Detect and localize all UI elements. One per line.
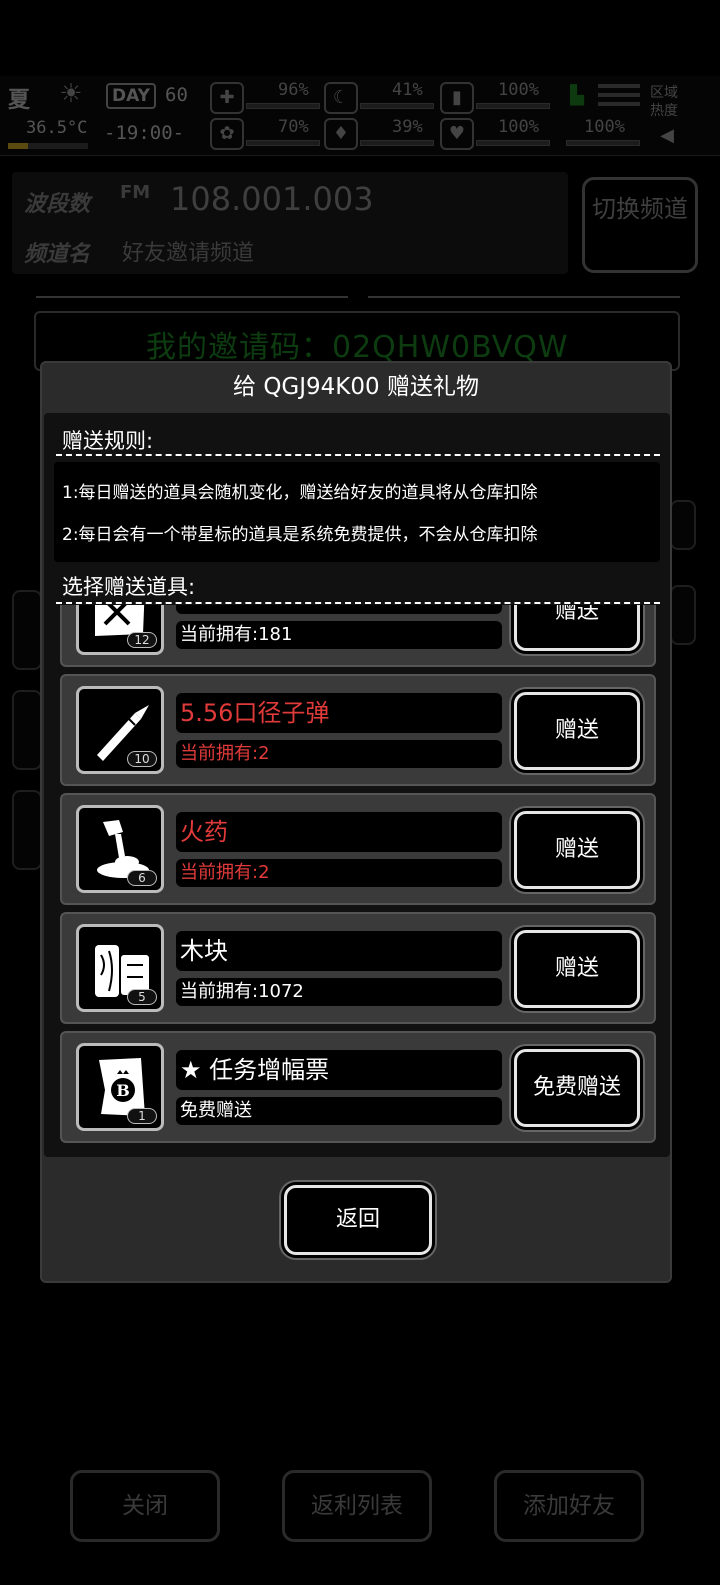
season-label: 夏 [8,88,31,113]
divider-right [368,296,680,298]
list-item: 5 木块 当前拥有:1072 赠送 [60,912,656,1024]
gift-button[interactable]: 赠送 [514,692,640,770]
item-owned: 当前拥有:2 [176,859,502,887]
background-side-panel [12,790,42,870]
gift-button[interactable]: 赠送 [514,605,640,651]
bullet-icon: 10 [76,686,164,774]
channel-label: 频道名 [24,242,91,267]
wood-icon: 5 [76,924,164,1012]
mood-value: 100% [498,117,539,137]
gift-button[interactable]: 赠送 [514,930,640,1008]
rule-2: 2:每日会有一个带星标的道具是系统免费提供，不会从仓库扣除 [62,525,538,545]
list-item: 10 5.56口径子弹 当前拥有:2 赠送 [60,674,656,786]
band-label: 波段数 [24,192,91,217]
region-heat-label: 区域热度 [650,85,678,119]
close-button[interactable]: 关闭 [70,1470,220,1542]
dialog-body: 赠送规则: 1:每日赠送的道具会随机变化，赠送给好友的道具将从仓库扣除 2:每日… [44,413,670,1157]
ticket-icon: B 1 [76,1043,164,1131]
item-name: ★ 任务增幅票 [176,1050,502,1090]
list-item: 12 当前拥有:181 赠送 [60,605,656,667]
medkit-icon: ✚ [210,82,244,114]
thirst-bar [360,140,434,146]
add-friend-button[interactable]: 添加好友 [494,1470,644,1542]
channel-name: 好友邀请频道 [122,241,255,266]
item-name [176,605,502,614]
item-count-badge: 1 [127,1108,157,1124]
heart-icon: ♥ [440,118,474,150]
divider-left [36,296,348,298]
list-item: B 1 ★ 任务增幅票 免费赠送 免费赠送 [60,1031,656,1143]
item-name: 火药 [176,812,502,852]
energy-value: 100% [498,80,539,100]
temperature-bar [8,143,88,149]
switch-channel-button[interactable]: 切换频道 [582,177,698,273]
stamina-bar [566,140,640,146]
stomach-icon: ☾ [324,82,358,114]
dashed-divider [56,454,660,456]
item-count-badge: 10 [127,751,157,767]
item-owned: 当前拥有:2 [176,740,502,768]
item-count-badge: 6 [127,870,157,886]
background-side-panel [12,690,42,770]
gunpowder-icon: 6 [76,805,164,893]
item-name: 5.56口径子弹 [176,693,502,733]
select-items-title: 选择赠送道具: [62,575,196,599]
weather-icon: ☀ [59,79,83,109]
mind-bar [246,140,320,146]
day-number: 60 [165,84,188,106]
item-owned: 当前拥有:1072 [176,978,502,1006]
dashed-divider [56,602,660,604]
item-list[interactable]: 12 当前拥有:181 赠送 10 5.56口径子弹 当前拥有:2 赠送 6 火… [60,605,656,1153]
rules-box: 1:每日赠送的道具会随机变化，赠送给好友的道具将从仓库扣除 2:每日会有一个带星… [54,462,660,562]
background-side-panel [670,500,696,550]
svg-text:B: B [116,1081,130,1100]
item-owned: 当前拥有:181 [176,621,502,649]
health-value: 96% [278,80,309,100]
item-count-badge: 12 [127,632,157,648]
water-drop-icon: ♦ [324,118,358,150]
free-gift-button[interactable]: 免费赠送 [514,1049,640,1127]
back-button[interactable]: 返回 [284,1185,432,1255]
boot-icon: ▙ [570,85,584,106]
brain-icon: ✿ [210,118,244,150]
stamina-value: 100% [584,117,625,137]
day-badge: DAY [106,83,156,109]
background-side-panel [12,590,42,670]
mind-value: 70% [278,117,309,137]
gift-dialog: 给 QGJ94K00 赠送礼物 赠送规则: 1:每日赠送的道具会随机变化，赠送给… [40,361,672,1283]
speaker-icon: ◀ [660,125,674,146]
background-side-panel [670,585,696,645]
hunger-value: 41% [392,80,423,100]
item-owned: 免费赠送 [176,1097,502,1125]
rule-1: 1:每日赠送的道具会随机变化，赠送给好友的道具将从仓库扣除 [62,483,538,503]
rebate-list-button[interactable]: 返利列表 [282,1470,432,1542]
region-heat-bars [598,84,640,111]
clock: -19:00- [104,122,185,144]
antenna-icon: FM [120,182,151,203]
item-name: 木块 [176,931,502,971]
hunger-bar [360,103,434,109]
mood-bar [476,140,550,146]
thirst-value: 39% [392,117,423,137]
dialog-title: 给 QGJ94K00 赠送礼物 [233,374,479,400]
item-count-badge: 5 [127,989,157,1005]
capsule-icon: ▮ [440,82,474,114]
rules-title: 赠送规则: [62,429,154,453]
list-item: 6 火药 当前拥有:2 赠送 [60,793,656,905]
invite-code: 我的邀请码：02QHW0BVQW [146,330,569,365]
health-bar [246,103,320,109]
energy-bar [476,103,550,109]
gift-button[interactable]: 赠送 [514,811,640,889]
temperature: 36.5°C [26,118,88,138]
paper-icon: 12 [76,605,164,655]
frequency: 108.001.003 [170,180,374,218]
